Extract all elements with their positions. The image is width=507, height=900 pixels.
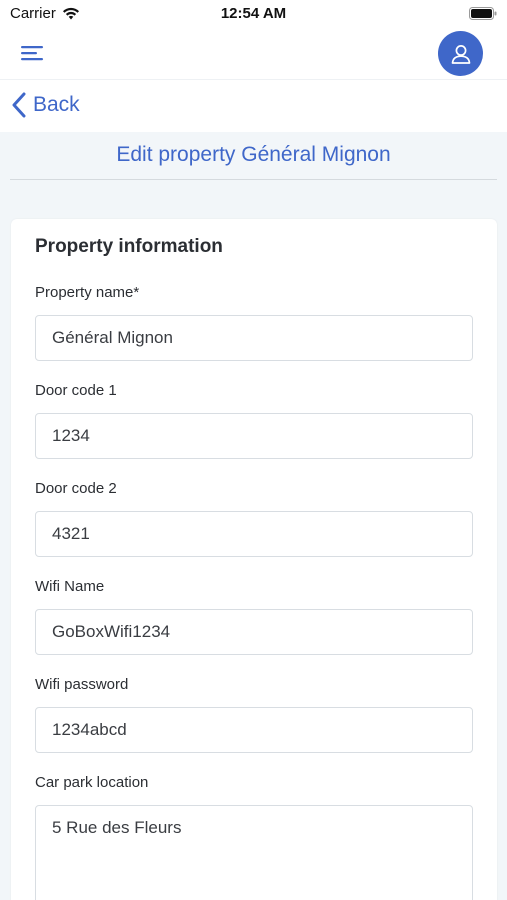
battery-icon (469, 7, 497, 20)
back-chevron-icon (12, 92, 26, 118)
property-name-input[interactable] (35, 315, 473, 361)
door-code-2-input[interactable] (35, 511, 473, 557)
property-information-card: Property information Property name* Door… (11, 219, 497, 900)
top-nav (0, 28, 507, 80)
wifi-password-label: Wifi password (35, 676, 129, 693)
screen: Carrier 12:54 AM Back Edit property Géné… (0, 0, 507, 900)
wifi-name-label: Wifi Name (35, 578, 105, 595)
title-divider (10, 179, 497, 180)
back-button[interactable]: Back (11, 92, 80, 118)
user-avatar-button[interactable] (438, 31, 483, 76)
car-park-location-label: Car park location (35, 774, 149, 791)
wifi-password-input[interactable] (35, 707, 473, 753)
door-code-1-input[interactable] (35, 413, 473, 459)
back-row: Back (0, 80, 507, 132)
wifi-name-input[interactable] (35, 609, 473, 655)
car-park-location-textarea[interactable]: 5 Rue des Fleurs (35, 805, 473, 900)
page-title: Edit property Général Mignon (116, 143, 391, 166)
back-label: Back (33, 93, 80, 116)
user-icon (451, 44, 470, 64)
door-code-2-label: Door code 2 (35, 480, 117, 497)
status-time: 12:54 AM (220, 5, 287, 22)
property-name-label: Property name* (35, 284, 140, 301)
section-title: Property information (35, 236, 223, 257)
status-bar: Carrier 12:54 AM (0, 0, 507, 28)
door-code-1-label: Door code 1 (35, 382, 117, 399)
hamburger-menu-icon[interactable] (21, 43, 45, 63)
